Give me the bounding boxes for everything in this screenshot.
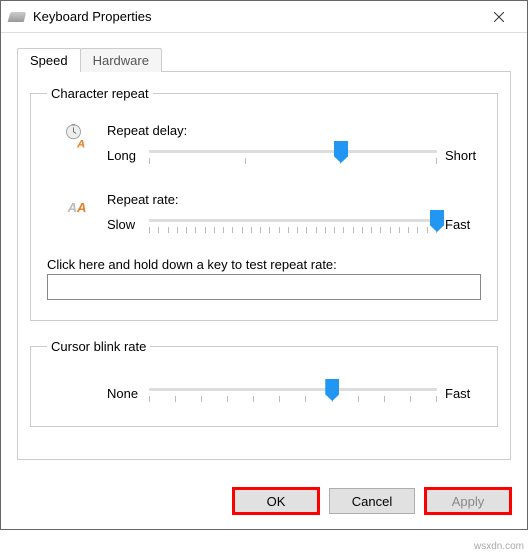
character-repeat-legend: Character repeat bbox=[47, 86, 153, 101]
cursor-blink-row: None Fast bbox=[47, 376, 481, 406]
aa-icon: AA bbox=[68, 192, 87, 219]
test-repeat-label: Click here and hold down a key to test r… bbox=[47, 257, 481, 272]
cursor-blink-legend: Cursor blink rate bbox=[47, 339, 150, 354]
ok-button[interactable]: OK bbox=[233, 488, 319, 514]
repeat-rate-row: AA Repeat rate: Slow Fast bbox=[47, 192, 481, 237]
dialog-content: Speed Hardware Character repeat A bbox=[1, 33, 527, 476]
clock-icon: A bbox=[63, 123, 91, 151]
tab-speed[interactable]: Speed bbox=[17, 48, 81, 72]
speed-panel: Character repeat A Repeat delay: bbox=[17, 72, 511, 460]
test-repeat-input[interactable] bbox=[47, 274, 481, 300]
titlebar: Keyboard Properties bbox=[1, 1, 527, 33]
repeat-rate-label: Repeat rate: bbox=[107, 192, 481, 207]
keyboard-icon bbox=[8, 12, 27, 22]
repeat-rate-slider[interactable] bbox=[149, 211, 437, 237]
repeat-delay-label: Repeat delay: bbox=[107, 123, 481, 138]
cursor-blink-slider[interactable] bbox=[149, 380, 437, 406]
cursor-blink-group: Cursor blink rate None Fast bbox=[30, 339, 498, 427]
cursor-fast-label: Fast bbox=[437, 386, 481, 401]
repeat-delay-slider[interactable] bbox=[149, 142, 437, 168]
repeat-delay-short-label: Short bbox=[437, 148, 481, 163]
close-icon bbox=[494, 12, 504, 22]
cursor-none-label: None bbox=[107, 386, 149, 401]
apply-button[interactable]: Apply bbox=[425, 488, 511, 514]
watermark: wsxdn.com bbox=[474, 541, 524, 552]
cancel-button[interactable]: Cancel bbox=[329, 488, 415, 514]
character-repeat-group: Character repeat A Repeat delay: bbox=[30, 86, 498, 321]
tab-hardware[interactable]: Hardware bbox=[80, 48, 162, 72]
repeat-delay-row: A Repeat delay: Long Short bbox=[47, 123, 481, 168]
svg-text:A: A bbox=[76, 139, 85, 151]
repeat-delay-long-label: Long bbox=[107, 148, 149, 163]
repeat-rate-slow-label: Slow bbox=[107, 217, 149, 232]
close-button[interactable] bbox=[479, 2, 519, 32]
window-title: Keyboard Properties bbox=[33, 9, 479, 24]
button-row: OK Cancel Apply bbox=[1, 476, 527, 526]
keyboard-properties-dialog: Keyboard Properties Speed Hardware Chara… bbox=[0, 0, 528, 530]
tab-bar: Speed Hardware bbox=[17, 47, 511, 72]
